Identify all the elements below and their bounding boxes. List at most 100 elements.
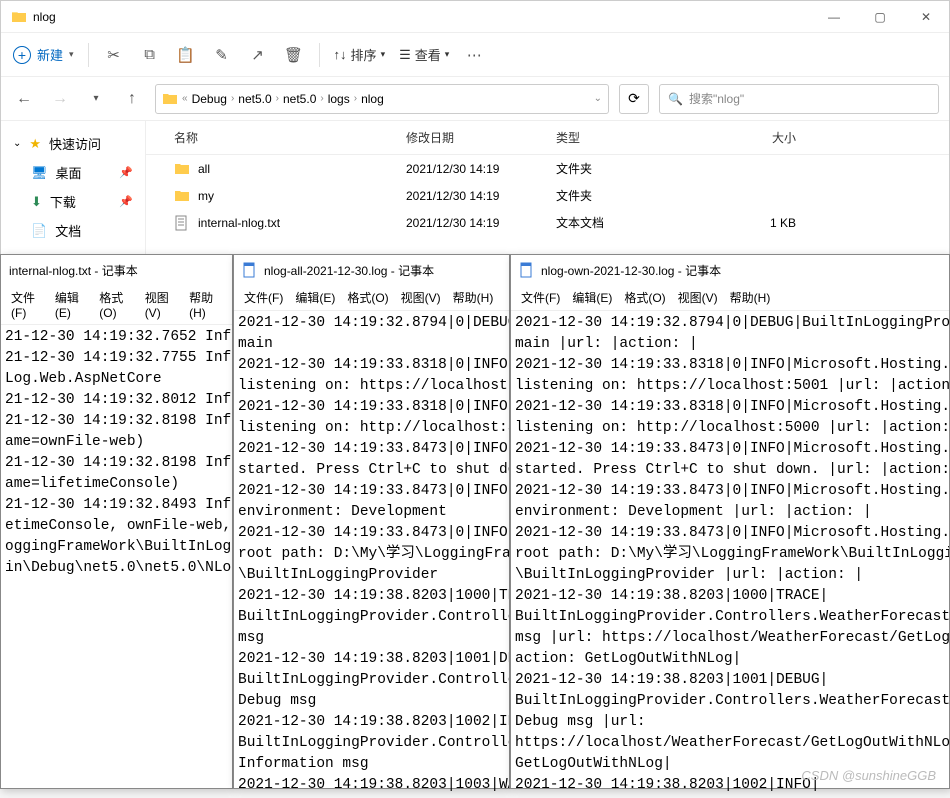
rename-icon[interactable]: ✎ [211,44,233,66]
text-content[interactable]: 2021-12-30 14:19:32.8794|0|DEBUG|BuiltIn… [511,311,949,798]
menu-format[interactable]: 格式(O) [95,287,136,322]
nav-bar: ← → ▾ ↑ « Debug› net5.0› net5.0› logs› n… [1,77,949,121]
crumb[interactable]: nlog [361,92,384,106]
notepad-internal[interactable]: internal-nlog.txt - 记事本 文件(F) 编辑(E) 格式(O… [0,254,233,789]
notepad-title: nlog-all-2021-12-30.log - 记事本 [264,262,434,279]
share-icon[interactable]: ↗ [247,44,269,66]
col-date[interactable]: 修改日期 [406,129,556,146]
menu-file[interactable]: 文件(F) [240,287,287,308]
desktop-icon: 🖥 [31,165,48,181]
delete-icon[interactable]: 🗑 [283,44,305,66]
document-icon: 📄 [31,223,47,239]
list-header: 名称 修改日期 类型 大小 [146,121,949,155]
list-item[interactable]: all 2021/12/30 14:19 文件夹 [146,155,949,182]
menu-edit[interactable]: 编辑(E) [291,287,339,308]
folder-icon [174,188,190,204]
col-size[interactable]: 大小 [696,129,816,146]
menu-help[interactable]: 帮助(H) [726,287,775,308]
chevron-down-icon[interactable]: ▾ [83,86,109,112]
crumb[interactable]: Debug [192,92,227,106]
list-item[interactable]: my 2021/12/30 14:19 文件夹 [146,182,949,209]
new-button[interactable]: + 新建 ▾ [13,45,74,64]
list-item[interactable]: internal-nlog.txt 2021/12/30 14:19 文本文档 … [146,209,949,236]
text-content[interactable]: 21-12-30 14:19:32.7652 Info M 21-12-30 1… [1,325,232,581]
maximize-button[interactable]: ▢ [857,1,903,33]
refresh-button[interactable]: ⟳ [619,84,649,114]
title-bar[interactable]: nlog-all-2021-12-30.log - 记事本 [234,255,509,285]
crumb[interactable]: logs [328,92,350,106]
title-bar[interactable]: internal-nlog.txt - 记事本 [1,255,232,285]
menu-file[interactable]: 文件(F) [7,287,47,322]
view-button[interactable]: ☰ 查看 ▾ [399,45,449,64]
menu-bar: 文件(F) 编辑(E) 格式(O) 视图(V) 帮助(H) [234,285,509,311]
col-type[interactable]: 类型 [556,129,696,146]
sort-label: 排序 [351,45,377,64]
paste-icon[interactable]: 📋 [175,44,197,66]
text-content[interactable]: 2021-12-30 14:19:32.8794|0|DEBUG| main 2… [234,311,509,798]
title-bar[interactable]: nlog-own-2021-12-30.log - 记事本 [511,255,949,285]
breadcrumb[interactable]: « Debug› net5.0› net5.0› logs› nlog ⌄ [155,84,609,114]
chevron-down-icon: ⌄ [13,138,21,149]
search-box[interactable]: 🔍 搜索"nlog" [659,84,939,114]
menu-help[interactable]: 帮助(H) [185,287,226,322]
folder-icon [11,9,27,25]
menu-view[interactable]: 视图(V) [141,287,181,322]
chevron-right-icon: › [320,93,323,104]
sort-button[interactable]: ↑↓ 排序 ▾ [334,45,386,64]
notepad-icon [242,262,258,278]
file-name: my [198,189,214,203]
view-icon: ☰ [399,47,411,63]
close-button[interactable]: ✕ [903,1,949,33]
title-bar[interactable]: nlog ― ▢ ✕ [1,1,949,33]
sidebar-item-desktop[interactable]: 🖥 桌面 📌 [1,158,145,187]
sidebar-item-label: 桌面 [56,163,82,182]
folder-icon [162,91,178,107]
separator [88,43,89,67]
minimize-button[interactable]: ― [811,1,857,33]
file-name: internal-nlog.txt [198,216,280,230]
view-label: 查看 [415,45,441,64]
file-size: 1 KB [696,216,816,230]
sidebar-item-downloads[interactable]: ⬇ 下载 📌 [1,187,145,216]
download-icon: ⬇ [31,194,42,210]
chevron-down-icon: ▾ [445,49,450,60]
sidebar-quick-access[interactable]: ⌄ ★ 快速访问 [1,129,145,158]
new-label: 新建 [37,45,63,64]
chevron-left-icon: « [182,93,188,104]
file-type: 文件夹 [556,187,696,204]
copy-icon[interactable]: ⧉ [139,44,161,66]
search-placeholder: 搜索"nlog" [689,90,744,107]
chevron-down-icon: ▾ [381,49,386,60]
menu-edit[interactable]: 编辑(E) [51,287,91,322]
menu-file[interactable]: 文件(F) [517,287,564,308]
file-date: 2021/12/30 14:19 [406,216,556,230]
menu-help[interactable]: 帮助(H) [449,287,498,308]
up-button[interactable]: ↑ [119,86,145,112]
notepad-title: internal-nlog.txt - 记事本 [9,262,138,279]
star-icon: ★ [29,136,41,152]
forward-button[interactable]: → [47,86,73,112]
chevron-down-icon[interactable]: ⌄ [594,93,602,104]
col-name[interactable]: 名称 [146,129,406,146]
menu-format[interactable]: 格式(O) [620,287,669,308]
file-date: 2021/12/30 14:19 [406,189,556,203]
cut-icon[interactable]: ✂ [103,44,125,66]
menu-view[interactable]: 视图(V) [674,287,722,308]
chevron-right-icon: › [354,93,357,104]
crumb[interactable]: net5.0 [283,92,316,106]
back-button[interactable]: ← [11,86,37,112]
menu-edit[interactable]: 编辑(E) [568,287,616,308]
chevron-right-icon: › [276,93,279,104]
search-icon: 🔍 [668,92,683,106]
notepad-own[interactable]: nlog-own-2021-12-30.log - 记事本 文件(F) 编辑(E… [510,254,950,789]
pin-icon: 📌 [119,166,133,179]
menu-bar: 文件(F) 编辑(E) 格式(O) 视图(V) 帮助(H) [511,285,949,311]
menu-bar: 文件(F) 编辑(E) 格式(O) 视图(V) 帮助(H) [1,285,232,325]
more-icon[interactable]: ⋯ [463,44,485,66]
menu-view[interactable]: 视图(V) [397,287,445,308]
crumb[interactable]: net5.0 [238,92,271,106]
notepad-all[interactable]: nlog-all-2021-12-30.log - 记事本 文件(F) 编辑(E… [233,254,510,789]
menu-format[interactable]: 格式(O) [343,287,392,308]
file-name: all [198,162,210,176]
sidebar-item-documents[interactable]: 📄 文档 [1,216,145,245]
